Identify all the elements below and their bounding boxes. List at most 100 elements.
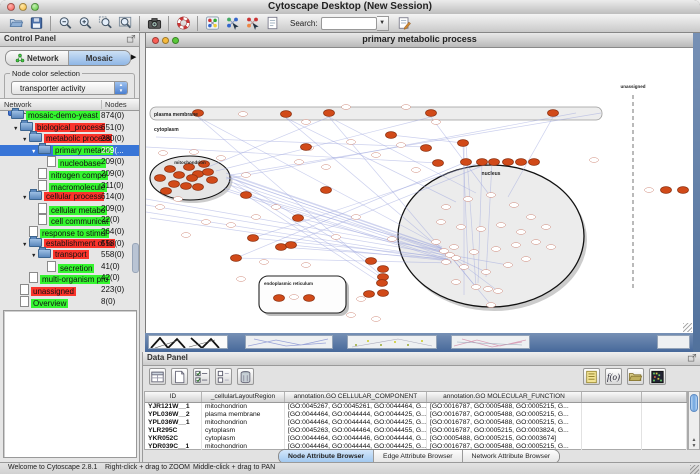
network-node[interactable] xyxy=(482,270,491,275)
network-view-titlebar[interactable]: primary metabolic process xyxy=(146,33,693,48)
tree-row[interactable]: secretion41(0) xyxy=(0,261,139,273)
network-node-selected[interactable] xyxy=(548,110,559,117)
network-node[interactable] xyxy=(590,158,599,163)
search-dropdown-arrow-icon[interactable]: ▼ xyxy=(377,16,389,31)
birdseye-view-panel[interactable] xyxy=(3,310,137,458)
import-attributes-icon[interactable] xyxy=(583,368,600,385)
tree-row[interactable]: ▼cellular process614(0) xyxy=(0,191,139,203)
tab-network[interactable]: Network xyxy=(6,51,69,65)
network-node-selected[interactable] xyxy=(426,110,437,117)
network-node[interactable] xyxy=(159,151,168,156)
network-node[interactable] xyxy=(242,173,251,178)
network-node-selected[interactable] xyxy=(489,159,500,166)
network-node[interactable] xyxy=(450,245,459,250)
network-node-selected[interactable] xyxy=(203,169,214,176)
network-node[interactable] xyxy=(487,193,496,198)
table-row[interactable]: YLR295Ccytoplasm[GO:0045263, GO:0044464,… xyxy=(145,427,687,435)
network-node[interactable] xyxy=(470,250,479,255)
network-node[interactable] xyxy=(202,220,211,225)
network-node[interactable] xyxy=(237,277,246,282)
network-node[interactable] xyxy=(517,230,526,235)
network-node[interactable] xyxy=(372,317,381,322)
network-node[interactable] xyxy=(290,295,299,300)
window-titlebar[interactable]: Cytoscape Desktop (New Session) xyxy=(0,0,700,15)
zoom-in-icon[interactable] xyxy=(75,15,95,32)
network-node[interactable] xyxy=(352,215,361,220)
tree-row[interactable]: nucleobase-209(0) xyxy=(0,156,139,168)
frame-resize-grip[interactable] xyxy=(683,323,692,332)
network-node[interactable] xyxy=(412,168,421,173)
column-header[interactable]: _cellularLayoutRegion xyxy=(202,392,285,402)
network-node[interactable] xyxy=(347,140,356,145)
network-node[interactable] xyxy=(442,205,451,210)
column-header[interactable] xyxy=(582,392,642,402)
tree-row[interactable]: macromolecule311(0) xyxy=(0,180,139,192)
network-node-selected[interactable] xyxy=(155,175,166,182)
network-node-selected[interactable] xyxy=(231,255,242,262)
tree-row[interactable]: cellular metabo209(0) xyxy=(0,203,139,215)
network-node-selected[interactable] xyxy=(281,111,292,118)
network-node[interactable] xyxy=(457,225,466,230)
network-node-selected[interactable] xyxy=(248,235,259,242)
network-node[interactable] xyxy=(484,287,493,292)
network-node[interactable] xyxy=(437,220,446,225)
network-node-selected[interactable] xyxy=(241,192,252,199)
network-node[interactable] xyxy=(252,215,261,220)
tree-row[interactable]: ▼transport558(0) xyxy=(0,249,139,261)
network-node[interactable] xyxy=(397,143,406,148)
network-node[interactable] xyxy=(522,257,531,262)
table-scrollbar[interactable]: ▲▼ xyxy=(688,391,700,450)
network-node[interactable] xyxy=(342,105,351,110)
network-node-selected[interactable] xyxy=(324,110,335,117)
attribute-select-icon[interactable] xyxy=(149,368,166,385)
network-node[interactable] xyxy=(494,289,503,294)
network-node[interactable] xyxy=(174,197,183,202)
column-header[interactable] xyxy=(642,392,687,402)
matrix-icon[interactable] xyxy=(649,368,666,385)
network-node[interactable] xyxy=(527,215,536,220)
tree-row[interactable]: ▼establishment of lo558(0) xyxy=(0,238,139,250)
network-node-selected[interactable] xyxy=(174,172,185,179)
network-node-selected[interactable] xyxy=(378,290,389,297)
network-node[interactable] xyxy=(477,227,486,232)
network-node[interactable] xyxy=(460,265,469,270)
table-scrollbar-thumb[interactable] xyxy=(690,394,698,412)
network-node[interactable] xyxy=(492,247,501,252)
network-node-selected[interactable] xyxy=(461,159,472,166)
network-node[interactable] xyxy=(432,240,441,245)
open-folder-icon[interactable] xyxy=(6,15,26,32)
network-node[interactable] xyxy=(512,243,521,248)
network-overlay-icon[interactable] xyxy=(242,15,262,32)
network-node-selected[interactable] xyxy=(207,177,218,184)
column-header[interactable]: ID xyxy=(145,392,202,402)
network-node[interactable] xyxy=(464,197,473,202)
network-node-selected[interactable] xyxy=(274,295,285,302)
network-node[interactable] xyxy=(452,256,461,261)
tree-row[interactable]: unassigned223(0) xyxy=(0,284,139,296)
network-node[interactable] xyxy=(332,235,341,240)
save-icon[interactable] xyxy=(26,15,46,32)
tree-row[interactable]: multi-organism pro42(0) xyxy=(0,272,139,284)
network-node-selected[interactable] xyxy=(304,295,315,302)
network-node[interactable] xyxy=(322,165,331,170)
column-header[interactable]: annotation.GO MOLECULAR_FUNCTION xyxy=(427,392,582,402)
float-panel-icon[interactable] xyxy=(126,34,136,44)
network-canvas[interactable]: plasma membranecytoplasmmitochondrionnuc… xyxy=(146,47,693,333)
select-attributes-icon[interactable] xyxy=(193,368,210,385)
network-node-selected[interactable] xyxy=(678,187,689,194)
network-node-selected[interactable] xyxy=(378,266,389,273)
network-node[interactable] xyxy=(432,120,441,125)
table-scrollbar-arrows[interactable]: ▲▼ xyxy=(689,437,699,449)
network-node[interactable] xyxy=(302,120,311,125)
network-node-selected[interactable] xyxy=(165,166,176,173)
network-node-selected[interactable] xyxy=(503,159,514,166)
network-node[interactable] xyxy=(357,297,366,302)
more-tabs-arrow-icon[interactable]: ▶ xyxy=(131,53,136,61)
help-icon[interactable] xyxy=(173,15,193,32)
table-row[interactable]: YPL036W__1mitochondrion[GO:0044464, GO:0… xyxy=(145,419,687,427)
zoom-out-icon[interactable] xyxy=(55,15,75,32)
network-node[interactable] xyxy=(227,223,236,228)
network-node[interactable] xyxy=(272,205,281,210)
network-node[interactable] xyxy=(372,153,381,158)
network-node-selected[interactable] xyxy=(321,187,332,194)
